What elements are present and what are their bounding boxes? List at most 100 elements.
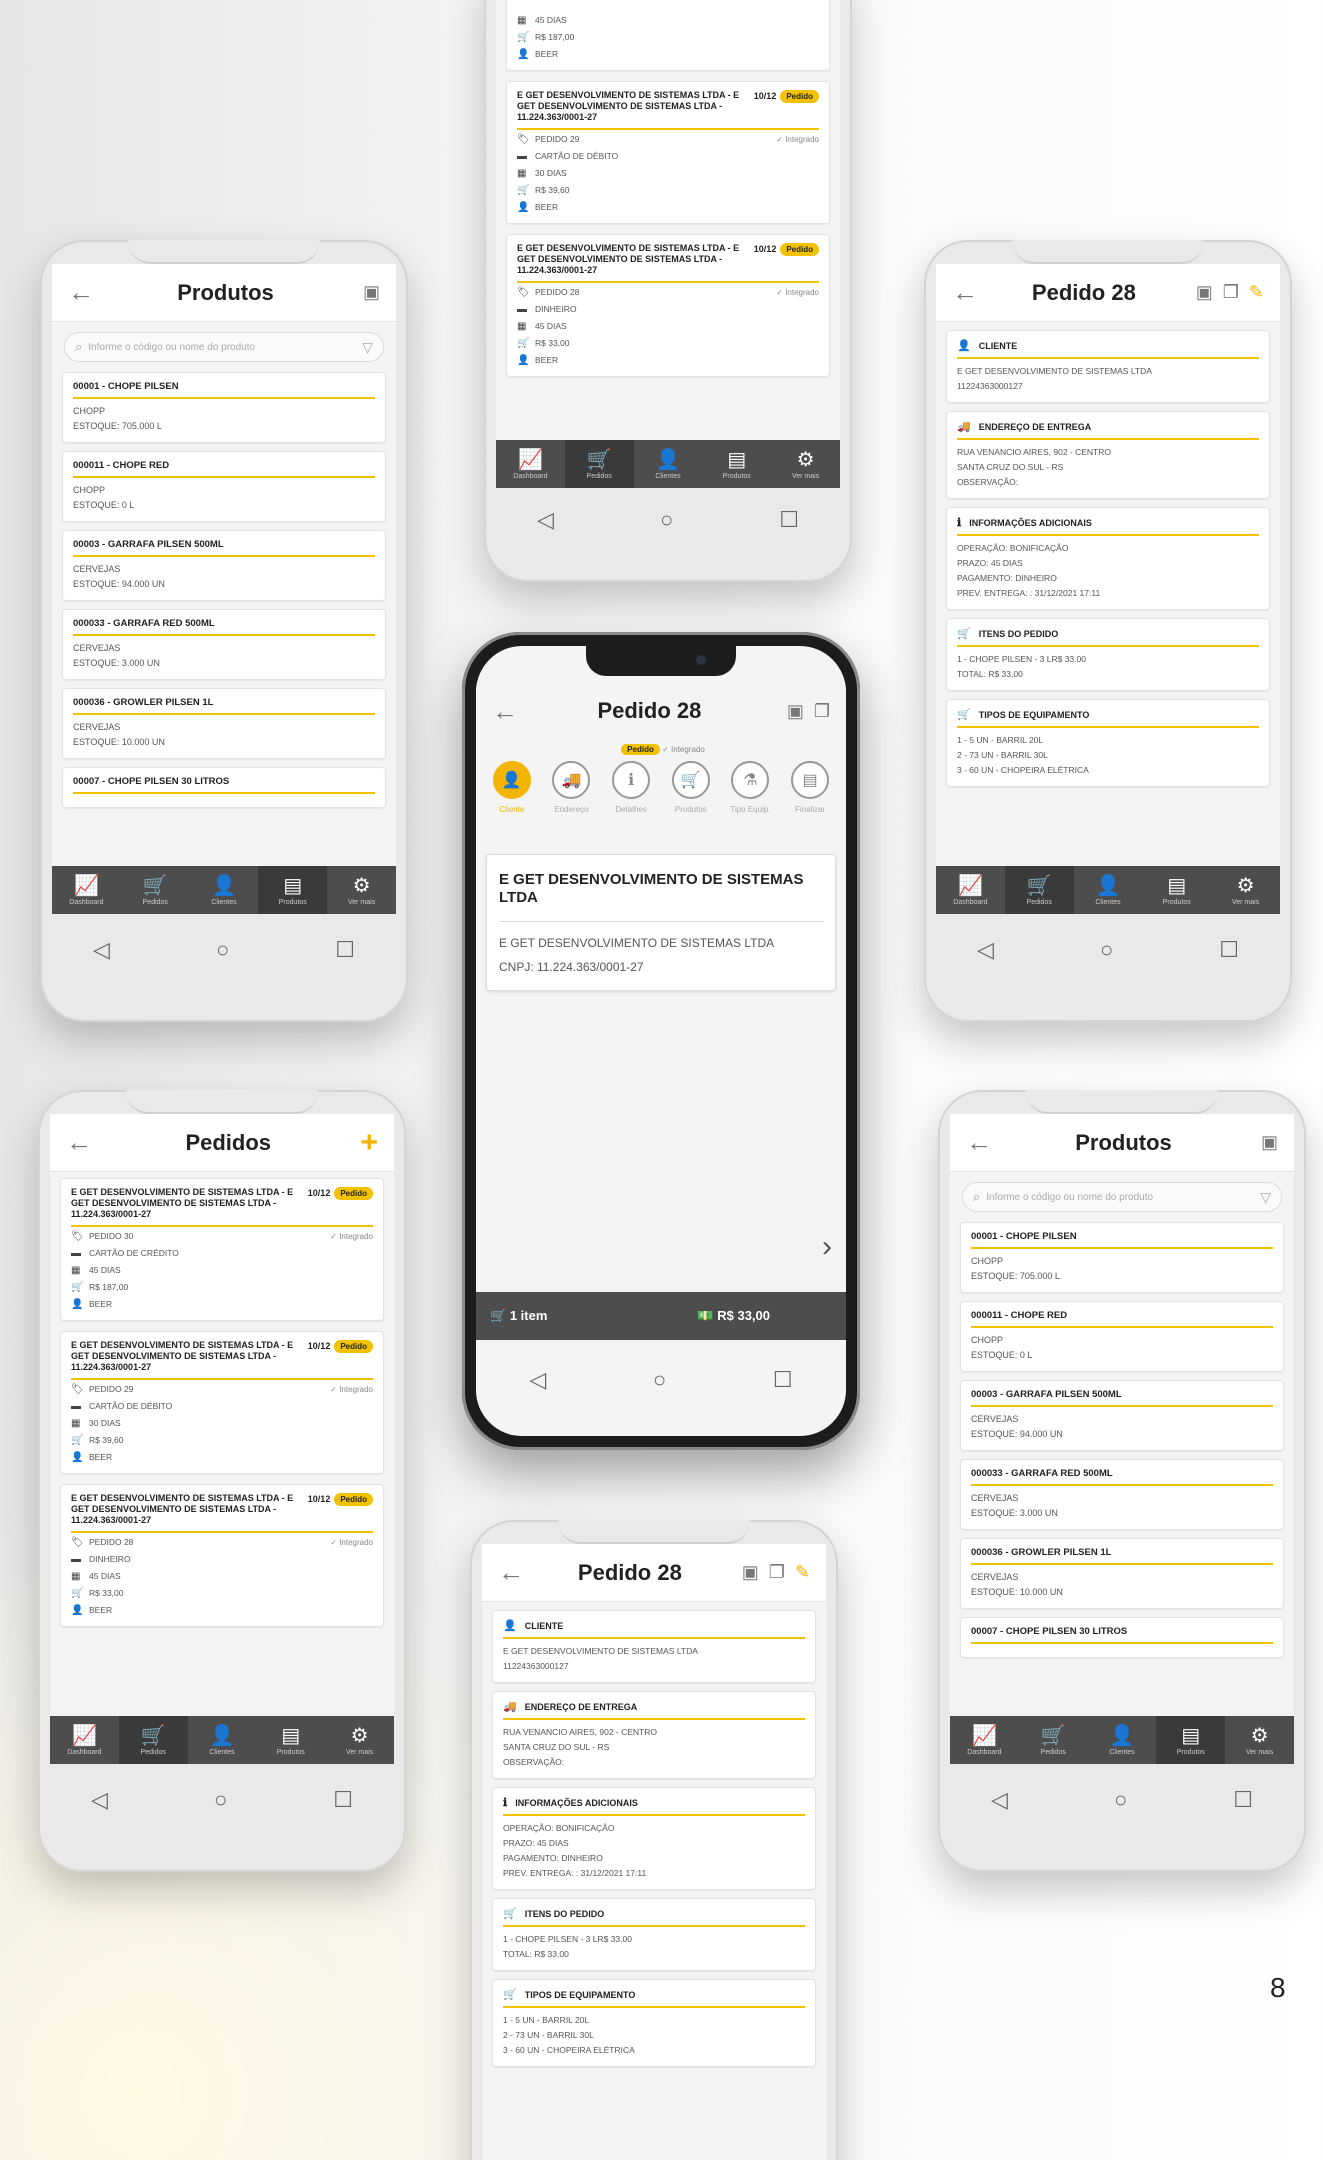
nav-dashboard[interactable]: 📈 Dashboard [50,1716,119,1764]
back-nav-button[interactable]: ◁ [529,1367,546,1393]
product-card[interactable]: 00003 - GARRAFA PILSEN 500ML CERVEJAS ESTO… [62,530,386,601]
nav-orders[interactable]: 🛒 Pedidos [1019,1716,1088,1764]
nav-more[interactable]: ⚙ Ver mais [327,866,396,914]
nav-clients[interactable]: 👤 Clientes [1074,866,1143,914]
home-nav-button[interactable]: ○ [1114,1787,1127,1813]
product-card[interactable]: 000033 - GARRAFA RED 500ML CERVEJAS ESTOQU… [62,609,386,680]
product-card[interactable]: 00001 - CHOPE PILSEN CHOPP ESTOQUE: 705.00… [62,372,386,443]
order-user: BEER [89,1299,113,1309]
add-order-button[interactable]: + [360,1126,378,1160]
next-chevron-icon[interactable]: › [822,1230,832,1264]
recent-nav-button[interactable]: ☐ [333,1787,353,1813]
back-arrow-icon[interactable]: ← [966,1127,996,1158]
pdf-icon[interactable]: ▣ [1261,1132,1278,1153]
nav-products[interactable]: ▤ Produtos [1156,1716,1226,1764]
nav-products[interactable]: ▤ Produtos [1142,866,1211,914]
product-card[interactable]: 00001 - CHOPE PILSEN CHOPP ESTOQUE: 705.00… [960,1222,1284,1293]
nav-dashboard[interactable]: 📈 Dashboard [52,866,121,914]
copy-icon[interactable]: ❐ [814,701,830,722]
order-card[interactable]: E GET DESENVOLVIMENTO DE SISTEMAS LTDA -… [506,81,830,224]
search-input[interactable]: ⌕ Informe o código ou nome do produto ▽ [962,1182,1282,1212]
nav-products[interactable]: ▤ Produtos [258,866,328,914]
home-nav-button[interactable]: ○ [1100,937,1113,963]
step-details[interactable]: ℹ Detalhes [602,761,660,814]
home-nav-button[interactable]: ○ [653,1367,666,1393]
product-card[interactable]: 00007 - CHOPE PILSEN 30 LITROS [62,767,386,808]
back-nav-button[interactable]: ◁ [537,507,554,533]
back-nav-button[interactable]: ◁ [93,937,110,963]
nav-dashboard[interactable]: 📈 Dashboard [496,440,565,488]
nav-products[interactable]: ▤ Produtos [702,440,771,488]
section-info: ℹ INFORMAÇÕES ADICIONAIS OPERAÇÃO: BONIFIC… [946,507,1270,610]
product-card[interactable]: 00003 - GARRAFA PILSEN 500ML CERVEJAS ESTO… [960,1380,1284,1451]
product-card[interactable]: 000011 - CHOPE RED CHOPP ESTOQUE: 0 L [62,451,386,522]
nav-orders[interactable]: 🛒 Pedidos [121,866,190,914]
order-payment: DINHEIRO [535,304,577,314]
back-arrow-icon[interactable]: ← [952,277,982,308]
nav-clients[interactable]: 👤 Clientes [634,440,703,488]
back-nav-button[interactable]: ◁ [977,937,994,963]
nav-orders[interactable]: 🛒 Pedidos [1004,866,1074,914]
product-card[interactable]: 000036 - GROWLER PILSEN 1L CERVEJAS ESTOQU… [960,1538,1284,1609]
back-nav-button[interactable]: ◁ [91,1787,108,1813]
recent-nav-button[interactable]: ☐ [779,507,799,533]
step-client[interactable]: 👤 Cliente [483,761,541,814]
section-info: ℹ INFORMAÇÕES ADICIONAIS OPERAÇÃO: BONIFIC… [492,1787,816,1890]
order-card[interactable]: E GET DESENVOLVIMENTO DE SISTEMAS LTDA -… [506,234,830,377]
recent-nav-button[interactable]: ☐ [773,1367,793,1393]
nav-more[interactable]: ⚙ Ver mais [771,440,840,488]
book-icon: ▤ [1181,1724,1201,1747]
nav-products[interactable]: ▤ Produtos [256,1716,325,1764]
pdf-icon[interactable]: ▣ [1196,282,1213,303]
nav-clients[interactable]: 👤 Clientes [190,866,259,914]
edit-icon[interactable]: ✎ [1249,282,1264,303]
home-nav-button[interactable]: ○ [216,937,229,963]
back-arrow-icon[interactable]: ← [498,1557,528,1588]
android-nav: ◁ ○ ☐ [484,500,852,540]
back-arrow-icon[interactable]: ← [68,277,98,308]
order-card[interactable]: E GET DESENVOLVIMENTO DE SISTEMAS LTDA -… [60,1331,384,1474]
product-card[interactable]: 00007 - CHOPE PILSEN 30 LITROS [960,1617,1284,1658]
nav-orders[interactable]: 🛒 Pedidos [564,440,634,488]
filter-icon[interactable]: ▽ [362,339,373,356]
company-title: E GET DESENVOLVIMENTO DE SISTEMAS LTDA [499,871,823,922]
pdf-icon[interactable]: ▣ [742,1562,759,1583]
step-address[interactable]: 🚚 Endereço [542,761,600,814]
home-nav-button[interactable]: ○ [660,507,673,533]
copy-icon[interactable]: ❐ [769,1562,785,1583]
home-nav-button[interactable]: ○ [214,1787,227,1813]
back-arrow-icon[interactable]: ← [492,696,522,727]
book-icon: ▤ [283,874,303,897]
order-card[interactable]: E GET DESENVOLVIMENTO DE SISTEMAS LTDA -… [60,1178,384,1321]
step-equipment[interactable]: ⚗ Tipo Equip. [721,761,779,814]
product-card[interactable]: 000033 - GARRAFA RED 500ML CERVEJAS ESTOQU… [960,1459,1284,1530]
nav-dashboard[interactable]: 📈 Dashboard [936,866,1005,914]
order-card-partial[interactable]: ▦ 45 DIAS 🛒 R$ 187,00 👤 BEER [506,0,830,71]
cart-bar[interactable]: 🛒 1 item 💵 R$ 33,00 [476,1292,846,1340]
back-nav-button[interactable]: ◁ [991,1787,1008,1813]
edit-icon[interactable]: ✎ [795,1562,810,1583]
recent-nav-button[interactable]: ☐ [1219,937,1239,963]
nav-clients[interactable]: 👤 Clientes [188,1716,257,1764]
step-products[interactable]: 🛒 Produtos [662,761,720,814]
nav-more[interactable]: ⚙ Ver mais [325,1716,394,1764]
nav-more[interactable]: ⚙ Ver mais [1211,866,1280,914]
search-input[interactable]: ⌕ Informe o código ou nome do produto ▽ [64,332,384,362]
nav-dashboard[interactable]: 📈 Dashboard [950,1716,1019,1764]
product-card[interactable]: 000036 - GROWLER PILSEN 1L CERVEJAS ESTOQU… [62,688,386,759]
filter-icon[interactable]: ▽ [1260,1189,1271,1206]
back-arrow-icon[interactable]: ← [66,1127,96,1158]
pdf-icon[interactable]: ▣ [363,282,380,303]
recent-nav-button[interactable]: ☐ [335,937,355,963]
recent-nav-button[interactable]: ☐ [1233,1787,1253,1813]
nav-clients[interactable]: 👤 Clientes [1088,1716,1157,1764]
order-card[interactable]: E GET DESENVOLVIMENTO DE SISTEMAS LTDA -… [60,1484,384,1627]
client-card[interactable]: E GET DESENVOLVIMENTO DE SISTEMAS LTDA E… [486,854,836,991]
integrated-label: ✓ Integrado [330,1232,373,1241]
pdf-icon[interactable]: ▣ [787,701,804,722]
step-finish[interactable]: ▤ Finalizar [781,761,839,814]
nav-orders[interactable]: 🛒 Pedidos [118,1716,188,1764]
product-card[interactable]: 000011 - CHOPE RED CHOPP ESTOQUE: 0 L [960,1301,1284,1372]
nav-more[interactable]: ⚙ Ver mais [1225,1716,1294,1764]
copy-icon[interactable]: ❐ [1223,282,1239,303]
